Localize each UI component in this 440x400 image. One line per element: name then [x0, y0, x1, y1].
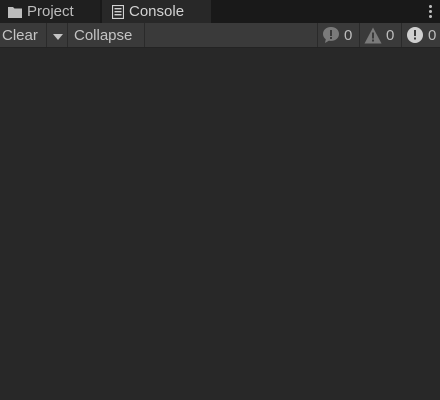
tab-project[interactable]: Project — [0, 0, 100, 23]
console-window: Project Console Clear Collapse 0 0 0 — [0, 0, 440, 400]
warning-filter-toggle[interactable]: 0 — [359, 23, 400, 47]
collapse-toggle-label: Collapse — [74, 26, 133, 44]
tab-console-label: Console — [129, 3, 185, 20]
clear-button-label: Clear — [2, 26, 38, 44]
tab-bar: Project Console — [0, 0, 440, 23]
caret-down-icon — [52, 27, 63, 44]
warning-count: 0 — [386, 26, 395, 44]
message-count: 0 — [344, 26, 353, 44]
tab-project-label: Project — [27, 3, 74, 20]
collapse-toggle[interactable]: Collapse — [69, 23, 145, 47]
more-vertical-icon[interactable] — [426, 2, 434, 20]
error-count: 0 — [428, 26, 437, 44]
error-circle-icon — [406, 26, 424, 44]
tab-console[interactable]: Console — [102, 0, 211, 23]
console-icon — [112, 4, 124, 19]
warning-triangle-icon — [364, 27, 382, 44]
error-filter-toggle[interactable]: 0 — [401, 23, 440, 47]
folder-icon — [8, 6, 22, 18]
message-filter-toggle[interactable]: 0 — [317, 23, 358, 47]
console-toolbar: Clear Collapse 0 0 0 — [0, 23, 440, 48]
clear-button[interactable]: Clear — [0, 23, 47, 47]
clear-options-dropdown[interactable] — [48, 23, 68, 47]
info-bubble-icon — [322, 26, 340, 44]
console-log-area[interactable] — [0, 48, 440, 400]
